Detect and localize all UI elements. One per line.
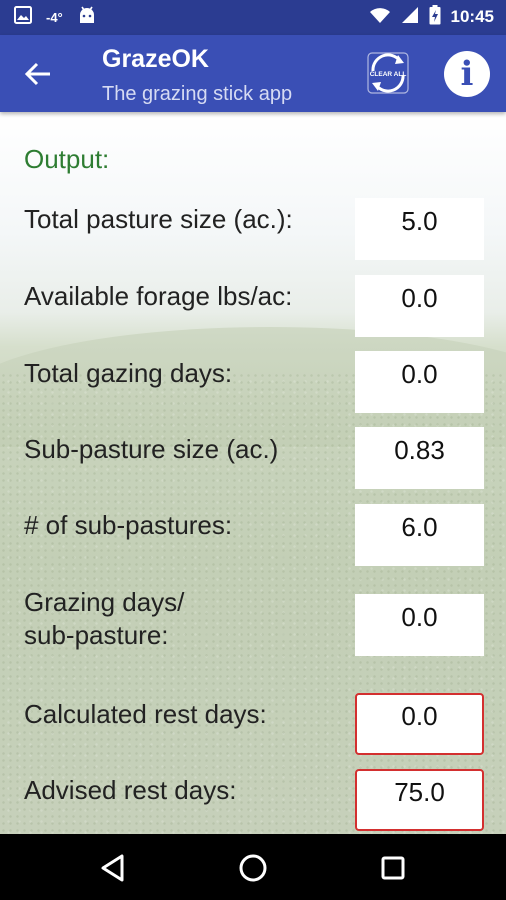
clear-all-button[interactable]: CLEAR ALL <box>364 51 412 95</box>
status-left-group: -4° <box>14 5 97 29</box>
sub-pasture-size-label: Sub-pasture size (ac.) <box>24 434 279 464</box>
total-pasture-size-label: Total pasture size (ac.): <box>24 204 293 234</box>
info-button[interactable]: i <box>444 51 490 97</box>
grazing-days-per-sub-pasture-value: 0.0 <box>355 594 484 656</box>
back-button[interactable] <box>22 57 56 91</box>
temperature-text: -4° <box>46 9 63 25</box>
navigation-bar <box>0 834 506 900</box>
home-circle-icon <box>239 854 267 882</box>
recents-square-icon <box>381 856 405 880</box>
app-bar: GrazeOK The grazing stick app CLEAR ALL … <box>0 35 506 112</box>
nav-recents-button[interactable] <box>376 851 410 885</box>
advised-rest-days-label: Advised rest days: <box>24 775 237 805</box>
number-of-sub-pastures-label: # of sub-pastures: <box>24 510 233 540</box>
cellular-signal-icon <box>401 6 419 29</box>
battery-charging-icon <box>429 4 441 30</box>
sub-pasture-size-value: 0.83 <box>355 427 484 489</box>
app-subtitle: The grazing stick app <box>102 83 293 105</box>
back-triangle-icon <box>101 854 124 882</box>
android-notification-icon <box>77 6 97 29</box>
number-of-sub-pastures-value: 6.0 <box>355 504 484 566</box>
available-forage-value: 0.0 <box>355 275 484 337</box>
clock-text: 10:45 <box>450 7 494 26</box>
available-forage-label: Available forage lbs/ac: <box>24 281 293 311</box>
total-pasture-size-value: 5.0 <box>355 198 484 260</box>
calculated-rest-days-label: Calculated rest days: <box>24 699 267 729</box>
status-right-group: 10:45 <box>369 4 494 30</box>
output-panel: Output: Total pasture size (ac.): 5.0 Av… <box>0 112 506 834</box>
image-notification-icon <box>14 5 32 29</box>
calculated-rest-days-value: 0.0 <box>355 693 484 755</box>
nav-back-button[interactable] <box>97 851 131 885</box>
clear-all-label: CLEAR ALL <box>370 71 407 78</box>
app-title: GrazeOK <box>102 45 209 73</box>
advised-rest-days-value: 75.0 <box>355 769 484 831</box>
output-section-title: Output: <box>24 144 110 174</box>
back-arrow-icon <box>24 62 50 86</box>
wifi-icon <box>369 6 391 29</box>
total-grazing-days-label: Total gazing days: <box>24 358 233 388</box>
nav-home-button[interactable] <box>236 851 270 885</box>
clear-all-refresh-icon: CLEAR ALL <box>367 52 409 94</box>
info-icon: i <box>460 54 474 94</box>
grazing-days-per-sub-pasture-label: Grazing days/ sub-pasture: <box>24 587 185 650</box>
status-bar: -4° 10:45 <box>0 0 506 35</box>
total-grazing-days-value: 0.0 <box>355 351 484 413</box>
